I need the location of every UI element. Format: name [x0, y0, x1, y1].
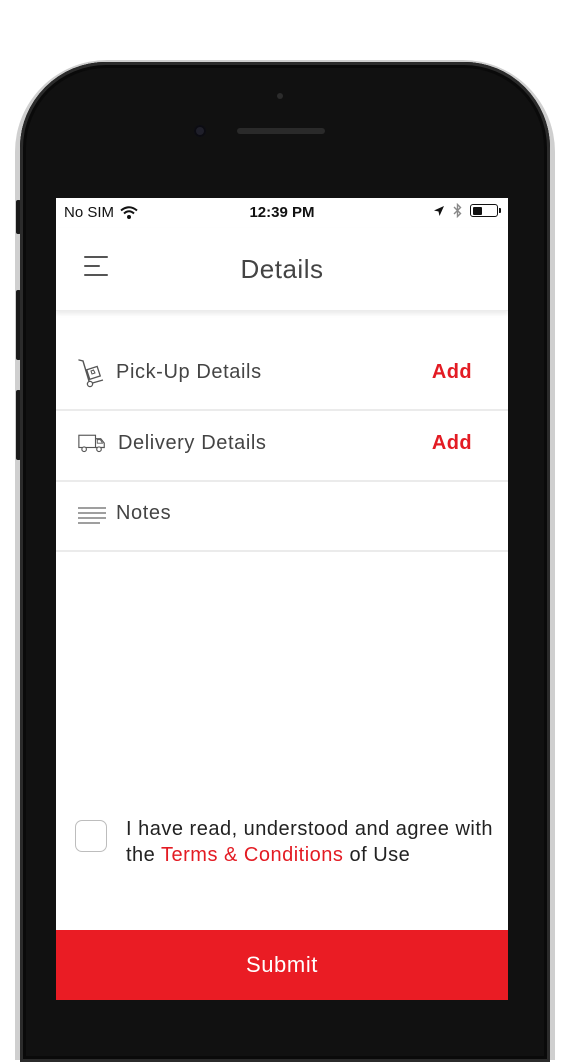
terms-checkbox[interactable]	[75, 820, 107, 852]
delivery-details-row[interactable]: Delivery Details Add	[56, 410, 508, 482]
pickup-details-row[interactable]: Pick-Up Details Add	[56, 339, 508, 411]
location-arrow-icon	[434, 205, 444, 216]
terms-conditions-link[interactable]: Terms & Conditions	[161, 844, 343, 866]
pickup-details-label: Pick-Up Details	[116, 361, 262, 383]
status-right-group	[433, 203, 501, 218]
app-screen: No SIM 12:39 PM Details Pick-Up Details …	[56, 198, 508, 1000]
battery-level-fill	[472, 206, 483, 215]
front-camera-icon	[194, 125, 206, 137]
terms-text-after: of Use	[343, 844, 411, 866]
status-bar: No SIM 12:39 PM	[56, 198, 508, 228]
delivery-truck-icon	[78, 434, 105, 453]
page-title: Details	[240, 254, 324, 284]
delivery-add-button[interactable]: Add	[432, 432, 472, 455]
earpiece-speaker	[237, 128, 325, 134]
notes-label: Notes	[116, 502, 172, 524]
pickup-add-button[interactable]: Add	[432, 361, 472, 384]
nav-bar: Details	[56, 228, 508, 311]
delivery-details-label: Delivery Details	[118, 432, 267, 454]
hand-truck-icon	[78, 359, 104, 388]
notes-row[interactable]: Notes	[56, 480, 508, 552]
submit-button[interactable]: Submit	[56, 930, 508, 1000]
proximity-sensor	[277, 93, 283, 99]
bluetooth-icon	[453, 203, 462, 218]
text-lines-icon	[78, 507, 106, 524]
battery-icon	[470, 204, 501, 217]
terms-text: I have read, understood and agree with t…	[126, 816, 498, 868]
